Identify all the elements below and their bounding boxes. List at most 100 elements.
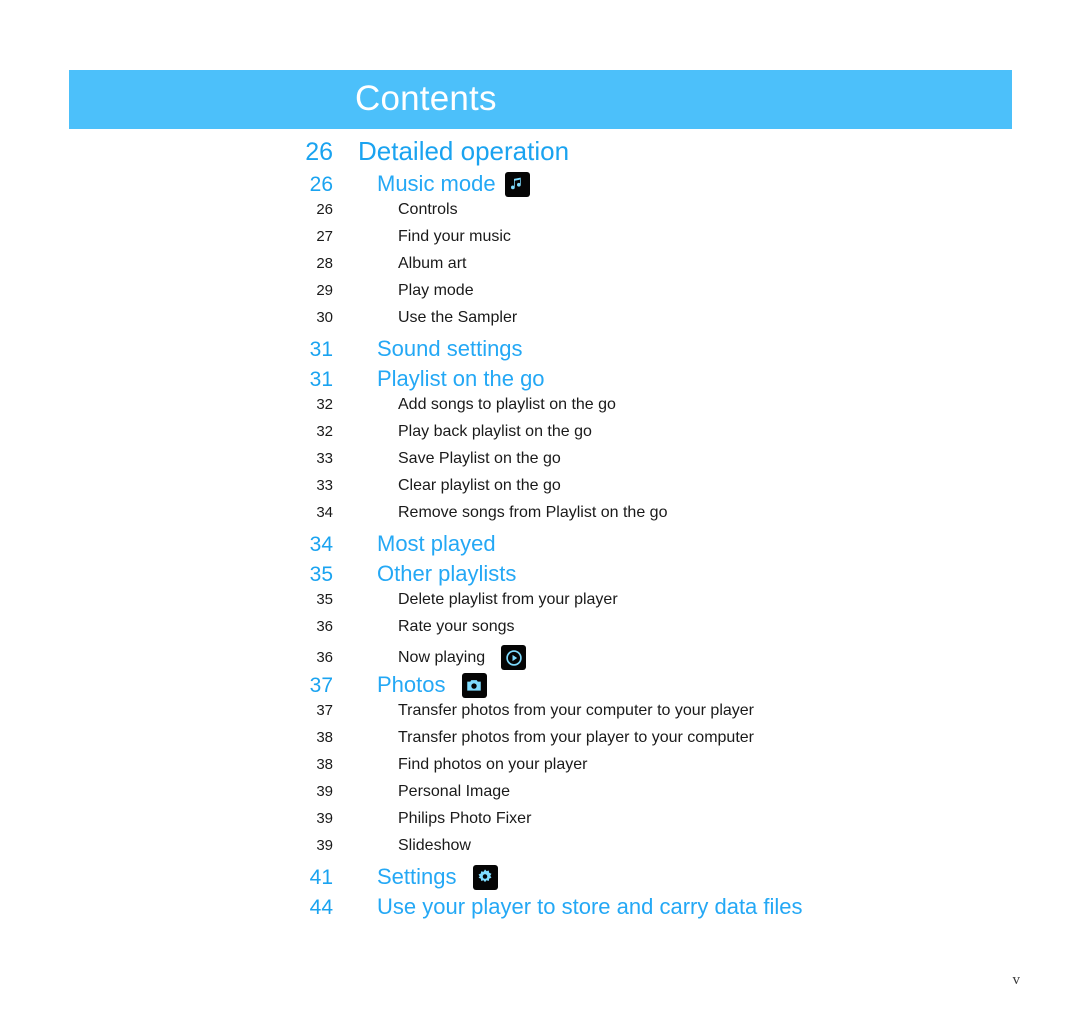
toc-entry-label-wrap: Transfer photos from your computer to yo…	[398, 702, 754, 720]
toc-entry[interactable]: 28 Album art	[0, 255, 1080, 282]
toc-entry-label: Philips Photo Fixer	[398, 810, 532, 827]
toc-entry[interactable]: 31 Sound settings	[0, 336, 1080, 366]
toc-page-number: 35	[316, 591, 333, 608]
toc-entry-label: Slideshow	[398, 837, 471, 854]
toc-page-number: 26	[305, 138, 333, 166]
toc-page-number: 36	[316, 648, 333, 666]
toc-page-number: 33	[316, 450, 333, 467]
toc-entry-label-wrap: Other playlists	[377, 561, 516, 587]
toc-entry[interactable]: 27 Find your music	[0, 228, 1080, 255]
toc-entry[interactable]: 35 Other playlists	[0, 561, 1080, 591]
toc-entry-label: Detailed operation	[358, 136, 570, 166]
toc-entry-label-wrap: Most played	[377, 531, 496, 557]
toc-entry[interactable]: 26 Controls	[0, 201, 1080, 228]
music-note-icon	[504, 171, 530, 197]
toc-page-number: 39	[316, 783, 333, 800]
toc-entry-label-wrap: Play mode	[398, 282, 474, 300]
toc-page-number: 32	[316, 396, 333, 413]
toc-page-number: 27	[316, 228, 333, 245]
toc-entry-label: Add songs to playlist on the go	[398, 396, 616, 413]
toc-entry-label-wrap: Clear playlist on the go	[398, 477, 561, 495]
toc-entry-label: Remove songs from Playlist on the go	[398, 504, 668, 521]
contents-banner: Contents	[69, 70, 1012, 129]
toc-entry-label-wrap: Save Playlist on the go	[398, 450, 561, 468]
toc-entry-label-wrap: Personal Image	[398, 783, 510, 801]
toc-entry[interactable]: 26 Detailed operation	[0, 136, 1080, 171]
toc-entry-label: Settings	[377, 864, 457, 889]
toc-entry-label-wrap: Controls	[398, 201, 458, 219]
toc-entry-label-wrap: Find photos on your player	[398, 756, 587, 774]
table-of-contents: 26 Detailed operation 26 Music mode 26 Contro…	[0, 136, 1080, 924]
toc-entry-label-wrap: Sound settings	[377, 336, 523, 362]
toc-page-number: 44	[309, 896, 333, 919]
toc-entry[interactable]: 33 Save Playlist on the go	[0, 450, 1080, 477]
toc-page-number: 34	[316, 504, 333, 521]
toc-entry-label: Photos	[377, 672, 446, 697]
toc-entry-label-wrap: Now playing	[398, 645, 527, 670]
toc-entry[interactable]: 32 Add songs to playlist on the go	[0, 396, 1080, 423]
toc-entry[interactable]: 38 Transfer photos from your player to yo…	[0, 729, 1080, 756]
toc-entry-label-wrap: Detailed operation	[358, 136, 569, 167]
toc-page-number: 34	[309, 533, 333, 556]
toc-entry-label: Personal Image	[398, 783, 511, 800]
toc-entry-label-wrap: Use your player to store and carry data …	[377, 894, 803, 920]
toc-entry[interactable]: 41 Settings	[0, 864, 1080, 894]
toc-entry-label: Use your player to store and carry data …	[377, 894, 803, 919]
toc-entry[interactable]: 30 Use the Sampler	[0, 309, 1080, 336]
toc-entry-label: Playlist on the go	[377, 366, 545, 391]
toc-page-number: 29	[316, 282, 333, 299]
toc-entry-label-wrap: Use the Sampler	[398, 309, 517, 327]
toc-entry-label: Clear playlist on the go	[398, 477, 561, 494]
toc-entry[interactable]: 32 Play back playlist on the go	[0, 423, 1080, 450]
toc-entry-label: Play back playlist on the go	[398, 423, 592, 440]
toc-entry-label: Save Playlist on the go	[398, 450, 561, 467]
toc-entry-label: Album art	[398, 255, 467, 272]
toc-page-number: 41	[309, 866, 333, 889]
toc-entry[interactable]: 34 Remove songs from Playlist on the go	[0, 504, 1080, 531]
toc-entry-label: Transfer photos from your computer to yo…	[398, 702, 754, 719]
toc-entry-label: Music mode	[377, 171, 496, 196]
toc-entry-label-wrap: Play back playlist on the go	[398, 423, 592, 441]
toc-entry[interactable]: 39 Personal Image	[0, 783, 1080, 810]
toc-entry[interactable]: 39 Slideshow	[0, 837, 1080, 864]
toc-page-number: 30	[316, 309, 333, 326]
toc-entry[interactable]: 34 Most played	[0, 531, 1080, 561]
toc-entry[interactable]: 37 Transfer photos from your computer to …	[0, 702, 1080, 729]
toc-entry[interactable]: 33 Clear playlist on the go	[0, 477, 1080, 504]
toc-entry[interactable]: 31 Playlist on the go	[0, 366, 1080, 396]
toc-page-number: 37	[316, 702, 333, 719]
toc-entry-label-wrap: Find your music	[398, 228, 511, 246]
page-title: Contents	[355, 78, 497, 118]
gear-icon	[472, 864, 498, 890]
toc-page-number: 37	[309, 674, 333, 697]
toc-entry[interactable]: 29 Play mode	[0, 282, 1080, 309]
toc-entry-label-wrap: Remove songs from Playlist on the go	[398, 504, 667, 522]
toc-entry-label: Find your music	[398, 228, 511, 245]
toc-entry[interactable]: 26 Music mode	[0, 171, 1080, 201]
toc-entry-label-wrap: Photos	[377, 672, 487, 698]
toc-entry-label: Use the Sampler	[398, 309, 518, 326]
toc-page-number: 39	[316, 810, 333, 827]
toc-page-number: 38	[316, 729, 333, 746]
toc-page-number: 35	[309, 563, 333, 586]
toc-entry-label-wrap: Slideshow	[398, 837, 471, 855]
toc-entry[interactable]: 35 Delete playlist from your player	[0, 591, 1080, 618]
toc-entry-label: Sound settings	[377, 336, 523, 361]
toc-entry[interactable]: 36 Rate your songs	[0, 618, 1080, 645]
toc-entry-label: Find photos on your player	[398, 756, 588, 773]
toc-entry-label-wrap: Settings	[377, 864, 498, 890]
toc-entry[interactable]: 44 Use your player to store and carry dat…	[0, 894, 1080, 924]
toc-entry-label: Most played	[377, 531, 496, 556]
toc-page-number: 33	[316, 477, 333, 494]
toc-entry[interactable]: 37 Photos	[0, 672, 1080, 702]
toc-entry-label-wrap: Rate your songs	[398, 618, 515, 636]
toc-entry-label-wrap: Transfer photos from your player to your…	[398, 729, 754, 747]
toc-entry[interactable]: 38 Find photos on your player	[0, 756, 1080, 783]
toc-entry-label: Controls	[398, 201, 458, 218]
toc-entry[interactable]: 39 Philips Photo Fixer	[0, 810, 1080, 837]
footer-page-number: v	[1012, 972, 1021, 988]
toc-entry[interactable]: 36 Now playing	[0, 645, 1080, 672]
toc-entry-label: Delete playlist from your player	[398, 591, 618, 608]
play-circle-icon	[501, 645, 527, 670]
toc-page-number: 31	[309, 368, 333, 391]
